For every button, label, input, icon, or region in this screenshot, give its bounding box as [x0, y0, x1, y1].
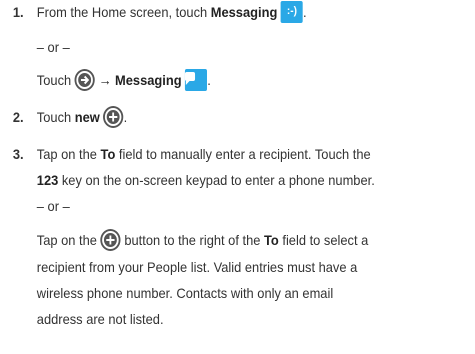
step-3-alt-line-3: wireless phone number. Contacts with onl…	[36, 285, 334, 301]
messaging-label: Messaging	[210, 4, 278, 20]
step-3-line-2: 123 key on the on-screen keypad to enter…	[36, 172, 375, 188]
step-3-alt-line-2: recipient from your People list. Valid e…	[36, 259, 358, 275]
instructions-page: 1. From the Home screen, touch Messaging…	[0, 0, 475, 354]
step-2-line: Touch new .	[37, 106, 127, 129]
new-label: new	[74, 109, 100, 125]
step-3-line-1: Tap on the To field to manually enter a …	[36, 146, 371, 162]
messaging-bubble-icon	[185, 69, 208, 92]
step-3-alt-line-1: Tap on the button to the right of the To…	[37, 229, 368, 252]
plus-circle-icon	[100, 229, 121, 252]
messaging-smiley-icon: :-)	[280, 1, 303, 24]
step-number: 3.	[12, 146, 24, 162]
arrow-circle-icon	[74, 69, 95, 92]
step-number: 1.	[12, 4, 24, 20]
step-1-line: From the Home screen, touch Messaging :-…	[37, 1, 307, 24]
messaging-label: Messaging	[115, 72, 182, 88]
step-1-alt-line: Touch → Messaging .	[37, 69, 211, 92]
step-number: 2.	[12, 109, 24, 125]
step-3-alt-line-4: address are not listed.	[36, 311, 164, 327]
or-separator: – or –	[36, 198, 70, 214]
plus-circle-icon	[103, 106, 124, 129]
or-separator: – or –	[36, 39, 70, 55]
